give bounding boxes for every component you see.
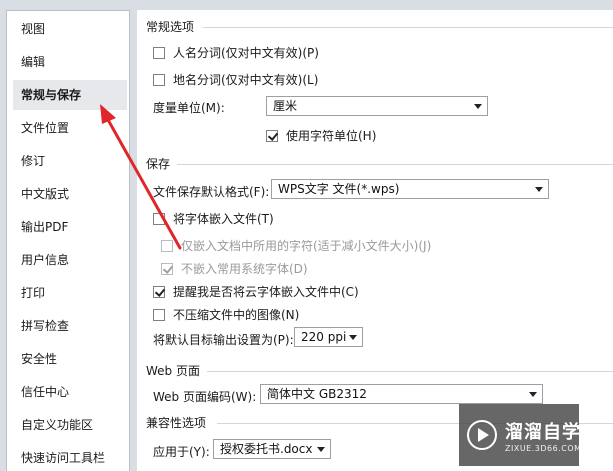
play-logo-icon: [467, 420, 497, 450]
annotation-arrow-icon: [100, 104, 182, 250]
watermark-title: 溜溜自学: [505, 421, 581, 443]
watermark-url: ZIXUE.3D66.COM: [505, 443, 582, 453]
site-watermark: 溜溜自学 ZIXUE.3D66.COM: [459, 404, 582, 466]
